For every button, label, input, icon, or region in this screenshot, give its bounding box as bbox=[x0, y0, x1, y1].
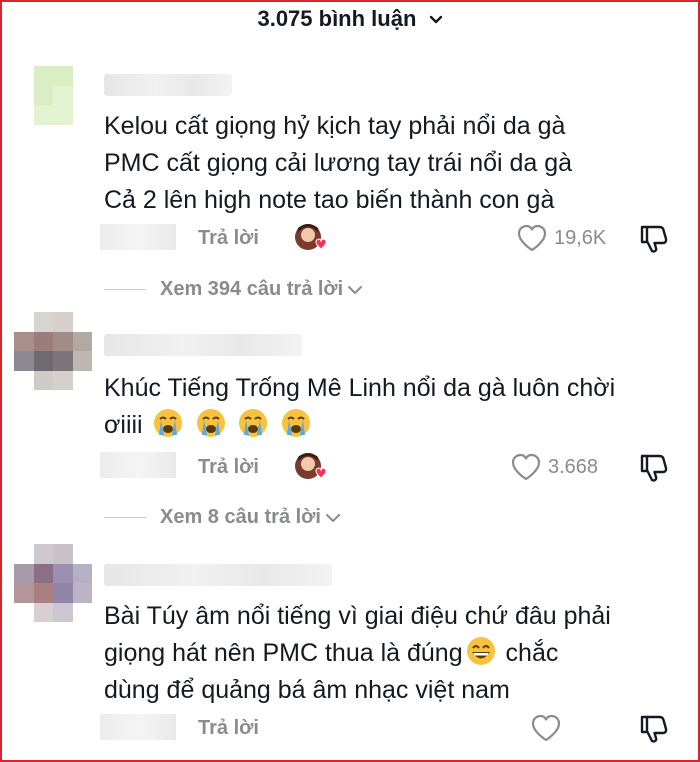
username[interactable] bbox=[104, 564, 332, 586]
reply-button[interactable]: Trả lời bbox=[198, 717, 259, 740]
divider bbox=[104, 517, 146, 518]
loudly-crying-face-icon bbox=[153, 409, 182, 437]
grinning-face-with-smiling-eyes-icon bbox=[466, 637, 495, 665]
comment-text: Bài Túy âm nổi tiếng vì giai điệu chứ đâ… bbox=[104, 598, 660, 709]
view-replies-button[interactable]: Xem 8 câu trả lời bbox=[104, 506, 341, 529]
loudly-crying-face-icon bbox=[282, 409, 311, 437]
like-count: 3.668 bbox=[548, 455, 599, 478]
thumbs-down-icon[interactable] bbox=[638, 453, 670, 483]
loudly-crying-face-icon bbox=[196, 409, 225, 437]
like-button[interactable]: 3.668 bbox=[510, 453, 598, 481]
loudly-crying-face-icon bbox=[239, 409, 268, 437]
creator-liked-icon bbox=[295, 453, 327, 479]
view-replies-label: Xem 8 câu trả lời bbox=[160, 506, 321, 528]
comment-line: giọng hát nên PMC thua là đúng chắc bbox=[104, 635, 660, 672]
comment-count: 3.075 bình luận bbox=[257, 6, 417, 31]
like-count: 19,6K bbox=[554, 226, 607, 249]
comment-date bbox=[100, 452, 176, 478]
chevron-down-icon bbox=[348, 285, 363, 294]
comment-date bbox=[100, 224, 176, 250]
divider bbox=[104, 289, 146, 290]
comments-header[interactable]: 3.075 bình luận bbox=[0, 6, 700, 32]
comment-line: PMC cất giọng cải lương tay trái nổi da … bbox=[104, 149, 573, 177]
comment-line: Bài Túy âm nổi tiếng vì giai điệu chứ đâ… bbox=[104, 602, 611, 630]
heart-icon bbox=[517, 224, 547, 252]
chevron-down-icon[interactable] bbox=[429, 15, 443, 25]
comment-line: ơiiii bbox=[104, 407, 660, 444]
reply-button[interactable]: Trả lời bbox=[198, 227, 259, 250]
reply-button[interactable]: Trả lời bbox=[198, 456, 259, 479]
thumbs-down-icon[interactable] bbox=[638, 224, 670, 254]
avatar[interactable] bbox=[14, 66, 92, 144]
like-button[interactable] bbox=[530, 714, 562, 742]
username[interactable] bbox=[104, 74, 232, 96]
comment-line: Kelou cất giọng hỷ kịch tay phải nổi da … bbox=[104, 112, 566, 140]
view-replies-button[interactable]: Xem 394 câu trả lời bbox=[104, 278, 363, 301]
comment-line: Cả 2 lên high note tao biến thành con gà bbox=[104, 186, 555, 214]
chevron-down-icon bbox=[325, 513, 340, 522]
comment-date bbox=[100, 714, 176, 740]
heart-icon bbox=[531, 714, 561, 742]
username[interactable] bbox=[104, 334, 302, 356]
view-replies-label: Xem 394 câu trả lời bbox=[160, 278, 344, 300]
avatar[interactable] bbox=[14, 544, 92, 622]
creator-liked-icon bbox=[295, 224, 327, 250]
avatar[interactable] bbox=[14, 312, 92, 390]
comment-text: Kelou cất giọng hỷ kịch tay phải nổi da … bbox=[104, 108, 660, 219]
thumbs-down-icon[interactable] bbox=[638, 714, 670, 744]
comment-line: Khúc Tiếng Trống Mê Linh nổi da gà luôn … bbox=[104, 374, 616, 402]
comment-line: dùng để quảng bá âm nhạc việt nam bbox=[104, 676, 510, 704]
like-button[interactable]: 19,6K bbox=[516, 224, 606, 252]
heart-icon bbox=[511, 453, 541, 481]
comment-text: Khúc Tiếng Trống Mê Linh nổi da gà luôn … bbox=[104, 370, 660, 444]
